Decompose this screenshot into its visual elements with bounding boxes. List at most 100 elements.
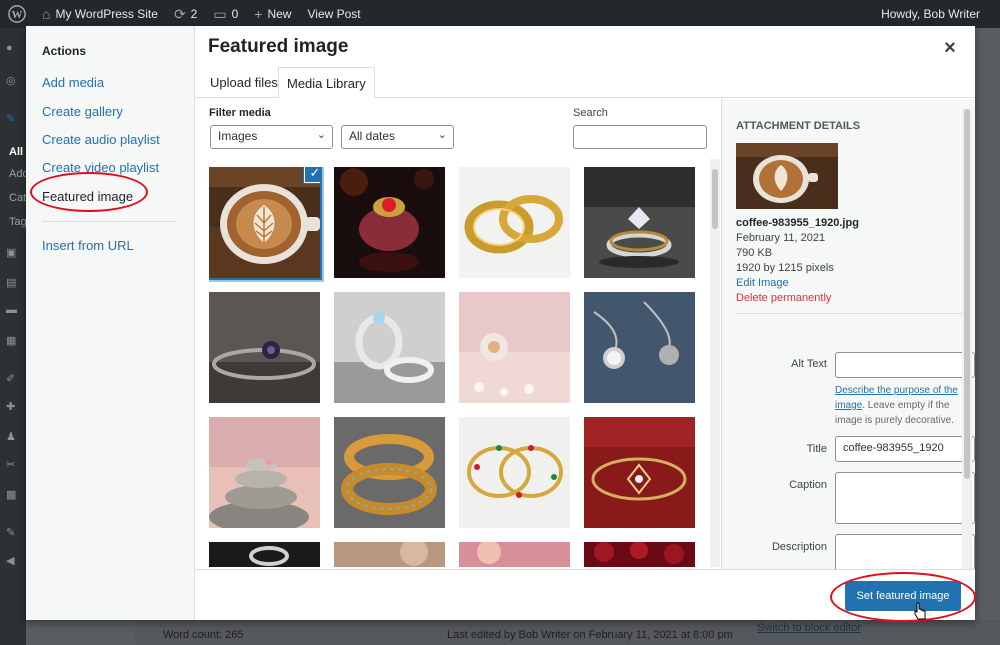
attachment-gold-bracelet-red[interactable] (584, 417, 695, 528)
view-post-link[interactable]: View Post (299, 0, 368, 28)
site-name-link[interactable]: ⌂ My WordPress Site (34, 0, 166, 28)
grid-scrollbar-thumb[interactable] (712, 169, 718, 229)
posts-pin-icon: ✎ (6, 113, 16, 125)
attachment-heart-pendant-stones[interactable] (209, 417, 320, 528)
forms-icon: ▦ (6, 335, 17, 347)
chevron-down-icon: ⌄ (437, 129, 447, 141)
comments-link[interactable]: ▭ 0 (205, 0, 246, 28)
new-content-link[interactable]: + New (246, 0, 299, 28)
attachments-grid: ✓ (209, 167, 709, 567)
jetpack-icon: ◎ (6, 75, 16, 87)
menu-insert-from-url[interactable]: Insert from URL (42, 238, 134, 253)
attachment-dimensions: 1920 by 1215 pixels (736, 262, 834, 274)
editor-status-bar: Word count: 265 Last edited by Bob Write… (135, 620, 1000, 645)
menu-heading: Actions (42, 44, 87, 58)
attachment-ring-dark[interactable] (209, 542, 320, 567)
comment-icon: ▭ (213, 5, 227, 22)
last-edited: Last edited by Bob Writer on February 11… (447, 629, 733, 641)
appearance-icon: ✐ (6, 373, 16, 385)
sidebar-item-all[interactable]: All (9, 146, 23, 158)
sidebar-item-tags[interactable]: Tag (9, 216, 27, 228)
attachment-ring-pair-silver[interactable] (334, 292, 445, 403)
alt-text-description: Describe the purpose of the image. Leave… (835, 385, 958, 426)
updates-link[interactable]: ⟳ 2 (166, 0, 205, 28)
description-textarea[interactable] (835, 534, 975, 569)
search-label: Search (573, 107, 608, 119)
media-search-input[interactable] (573, 125, 707, 149)
svg-text:W: W (12, 9, 23, 21)
attachments-browser: Filter media Search Images ⌄ All dates ⌄… (195, 99, 721, 569)
pages-icon: ▤ (6, 277, 17, 289)
attachment-diamond-ring[interactable] (584, 167, 695, 278)
selected-check-icon[interactable]: ✓ (304, 167, 320, 183)
attachment-red-roses[interactable] (584, 542, 695, 567)
admin-bar: W ⌂ My WordPress Site ⟳ 2 ▭ 0 + New View… (0, 0, 1000, 28)
sidebar-item-categories[interactable]: Cat (9, 192, 26, 204)
home-icon: ⌂ (42, 6, 51, 22)
tools-icon: ✂ (6, 459, 16, 471)
plugins-icon: ✚ (6, 401, 16, 413)
menu-create-video-playlist[interactable]: Create video playlist (42, 160, 159, 175)
switch-to-block-editor-link[interactable]: Switch to block editor (757, 622, 861, 634)
attachment-blurred-tan[interactable] (334, 542, 445, 567)
menu-create-gallery[interactable]: Create gallery (42, 104, 123, 119)
close-icon[interactable]: × (937, 36, 963, 62)
media-icon: ▣ (6, 247, 17, 259)
details-scrollbar[interactable] (962, 109, 972, 569)
caption-label: Caption (789, 479, 827, 491)
attachment-ring-red-gem[interactable] (334, 167, 445, 278)
attachment-date: February 11, 2021 (736, 232, 826, 244)
alt-text-label: Alt Text (791, 358, 827, 370)
title-input[interactable]: coffee-983955_1920 (835, 436, 975, 462)
comments-icon: ▬ (6, 304, 17, 316)
caption-textarea[interactable] (835, 472, 975, 524)
word-count: Word count: 265 (163, 629, 244, 641)
title-label: Title (806, 443, 827, 455)
plus-icon: + (254, 6, 263, 22)
attachment-filename: coffee-983955_1920.jpg (736, 217, 859, 229)
updates-icon: ⟳ (173, 5, 186, 22)
attachment-coffee-latte[interactable]: ✓ (209, 167, 322, 280)
attachment-ring-dark-stone[interactable] (209, 292, 320, 403)
date-filter-select[interactable]: All dates ⌄ (341, 125, 454, 149)
menu-create-audio-playlist[interactable]: Create audio playlist (42, 132, 160, 147)
attachment-gold-bangles[interactable] (334, 417, 445, 528)
wordpress-logo-icon[interactable]: W (0, 0, 34, 28)
modal-title: Featured image (208, 36, 349, 57)
media-menu: Actions Add media Create gallery Create … (26, 26, 195, 620)
admin-sidebar: ● ◎ ✎ All Add Cat Tag ▣ ▤ ▬ ▦ ✐ ✚ ♟ ✂ ▩ … (0, 28, 29, 645)
media-type-select[interactable]: Images ⌄ (210, 125, 333, 149)
tab-upload-files[interactable]: Upload files (202, 67, 286, 98)
edit-image-link[interactable]: Edit Image (736, 276, 859, 291)
attachment-beaded-bangles[interactable] (459, 417, 570, 528)
attachment-ring-pink-background[interactable] (459, 292, 570, 403)
menu-separator (42, 221, 176, 222)
media-toolbar: Set featured image (195, 569, 975, 620)
details-divider (736, 313, 962, 314)
router-tabs: Upload files Media Library (195, 67, 975, 99)
filter-media-label: Filter media (209, 107, 271, 119)
collapse-icon: ◀ (6, 555, 15, 567)
attachment-filesize: 790 KB (736, 247, 773, 259)
details-scrollbar-thumb[interactable] (964, 109, 970, 479)
menu-add-media[interactable]: Add media (42, 75, 104, 90)
attachment-info: coffee-983955_1920.jpg February 11, 2021… (736, 216, 859, 306)
set-featured-image-button[interactable]: Set featured image (845, 581, 961, 611)
attachment-details-heading: Attachment Details (736, 120, 861, 132)
attachment-details-panel: Attachment Details coffee-983955_1920.jp… (721, 99, 975, 569)
hand-cursor-icon (914, 602, 926, 620)
alt-text-input[interactable] (835, 352, 975, 378)
description-label: Description (771, 541, 827, 553)
delete-permanently-link[interactable]: Delete permanently (736, 291, 859, 306)
menu-featured-image[interactable]: Featured image (42, 189, 133, 204)
attachment-gold-bands[interactable] (459, 167, 570, 278)
edit-icon: ✎ (6, 527, 16, 539)
tab-media-library[interactable]: Media Library (278, 67, 375, 99)
attachment-preview (736, 143, 838, 209)
users-icon: ♟ (6, 431, 16, 443)
attachment-pocket-watch-necklace[interactable] (584, 292, 695, 403)
attachment-blurred-pink[interactable] (459, 542, 570, 567)
chevron-down-icon: ⌄ (316, 129, 326, 141)
user-greeting[interactable]: Howdy, Bob Writer (873, 0, 1000, 28)
grid-scrollbar[interactable] (710, 159, 720, 567)
